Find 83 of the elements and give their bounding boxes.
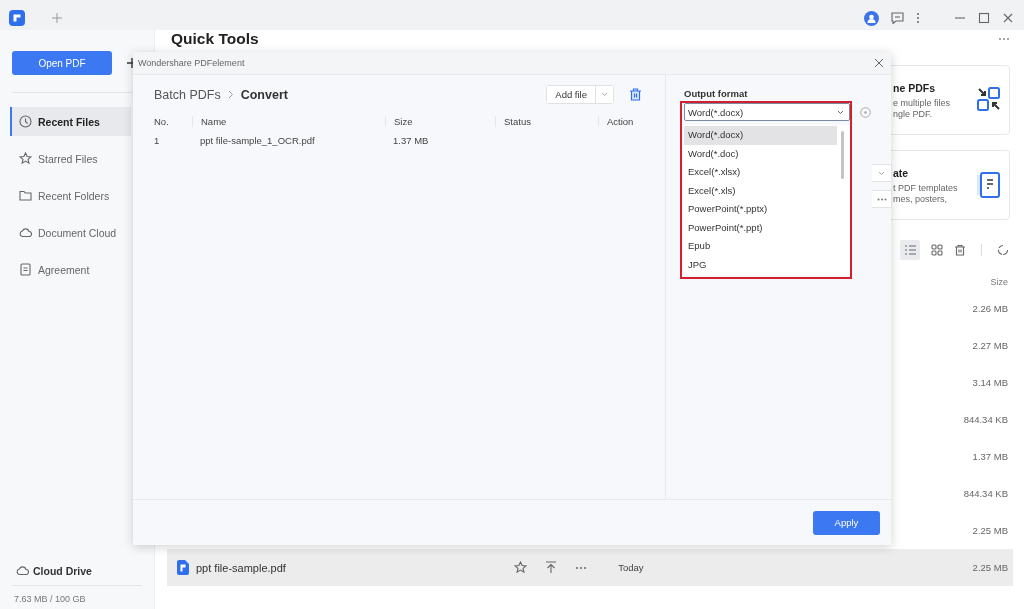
grid-view-icon[interactable]	[931, 244, 943, 256]
column-header: No.	[154, 116, 170, 127]
maximize-icon[interactable]	[978, 12, 990, 24]
format-select[interactable]: Word(*.docx)	[684, 103, 850, 121]
file-size: 844.34 KB	[963, 414, 1008, 425]
apply-button[interactable]: Apply	[813, 510, 880, 535]
chevron-down-icon	[837, 109, 844, 115]
folder-icon	[19, 189, 32, 202]
chevron-right-icon	[227, 90, 234, 99]
card-title: ne PDFs	[893, 81, 936, 94]
file-size: 2.25 MB	[972, 525, 1008, 536]
dropdown-option[interactable]: JPG	[684, 255, 837, 274]
column-header: Size	[385, 116, 495, 127]
close-icon[interactable]	[874, 58, 884, 68]
column-header: Name	[192, 116, 385, 127]
dropdown-option[interactable]: Excel(*.xlsx)	[684, 163, 837, 182]
star-icon[interactable]	[514, 561, 528, 574]
more-icon[interactable]	[575, 565, 588, 570]
open-pdf-button[interactable]: Open PDF	[12, 51, 112, 75]
dropdown-option[interactable]: Word(*.doc)	[684, 144, 837, 163]
dropdown-option[interactable]: PowerPoint(*.pptx)	[684, 200, 837, 219]
card-description: ngle PDF.	[893, 108, 934, 119]
close-icon[interactable]	[1002, 12, 1014, 24]
card-description: e multiple files	[893, 97, 951, 108]
card-description: mes, posters,	[893, 193, 949, 204]
sidebar-item[interactable]: Document Cloud	[10, 218, 131, 247]
table-cell-text: 1	[154, 134, 161, 146]
chevron-down-icon	[601, 92, 608, 97]
info-icon[interactable]	[860, 106, 871, 118]
column-header: Status	[495, 116, 598, 127]
cloud-drive-label: Cloud Drive	[33, 564, 92, 577]
column-header: Action	[598, 116, 645, 127]
cloud-icon	[19, 226, 32, 239]
upload-icon[interactable]	[545, 561, 558, 574]
list-view-icon[interactable]	[900, 240, 920, 260]
file-size: 2.27 MB	[972, 340, 1008, 351]
dropdown-option[interactable]: Excel(*.xls)	[684, 181, 837, 200]
plus-icon[interactable]	[127, 58, 133, 68]
card-description: t PDF templates	[893, 182, 958, 193]
star-icon	[19, 152, 32, 165]
file-size: 2.26 MB	[972, 303, 1008, 314]
document-icon	[19, 263, 32, 276]
dialog-title: Wondershare PDFelement	[138, 58, 245, 68]
page-title: Quick Tools	[171, 29, 259, 48]
table-cell-text: 1.37 MB	[392, 134, 430, 146]
sidebar-item[interactable]: Agreement	[10, 255, 131, 284]
refresh-icon[interactable]	[997, 244, 1009, 256]
dropdown-option[interactable]: PowerPoint(*.ppt)	[684, 218, 837, 237]
scrollbar[interactable]	[841, 131, 844, 179]
avatar-icon[interactable]	[864, 10, 879, 26]
file-size: 844.34 KB	[963, 488, 1008, 499]
app-logo-icon	[9, 10, 25, 26]
file-size: 2.25 MB	[972, 562, 1008, 573]
more-icon	[876, 197, 887, 201]
breadcrumb-link[interactable]: Batch PDFs	[154, 87, 221, 102]
sidebar-item[interactable]: Recent Files	[10, 107, 131, 136]
column-header: Size	[989, 276, 1009, 289]
clock-icon	[19, 115, 32, 128]
sidebar-item[interactable]: Recent Folders	[10, 181, 131, 210]
card-title: ate	[893, 166, 910, 179]
cloud-icon	[16, 564, 29, 577]
sidebar-item[interactable]: Starred Files	[10, 144, 131, 173]
combine-icon	[977, 87, 1001, 113]
more-button[interactable]	[872, 190, 892, 208]
chevron-down-icon	[878, 170, 885, 176]
breadcrumb-current: Convert	[240, 87, 288, 102]
trash-icon[interactable]	[954, 244, 966, 256]
file-date: Today	[618, 562, 644, 573]
file-row[interactable]: ppt file-sample.pdf Today 2.25 MB	[167, 549, 1013, 586]
template-icon	[977, 172, 1001, 198]
file-size: 3.14 MB	[972, 377, 1008, 388]
storage-usage: 7.63 MB / 100 GB	[13, 594, 87, 604]
more-icon[interactable]	[916, 12, 920, 24]
pdf-file-icon	[177, 560, 189, 575]
message-icon[interactable]	[891, 12, 904, 24]
file-name: ppt file-sample.pdf	[196, 561, 286, 574]
file-size: 1.37 MB	[972, 451, 1008, 462]
table-cell-text: ppt file-sample_1_OCR.pdf	[199, 134, 316, 146]
trash-icon[interactable]	[629, 88, 642, 101]
field-label: Output format	[684, 88, 749, 101]
dropdown-option[interactable]: Word(*.docx)	[684, 126, 837, 145]
dropdown-option[interactable]: Epub	[684, 237, 837, 256]
more-icon[interactable]	[998, 36, 1010, 41]
